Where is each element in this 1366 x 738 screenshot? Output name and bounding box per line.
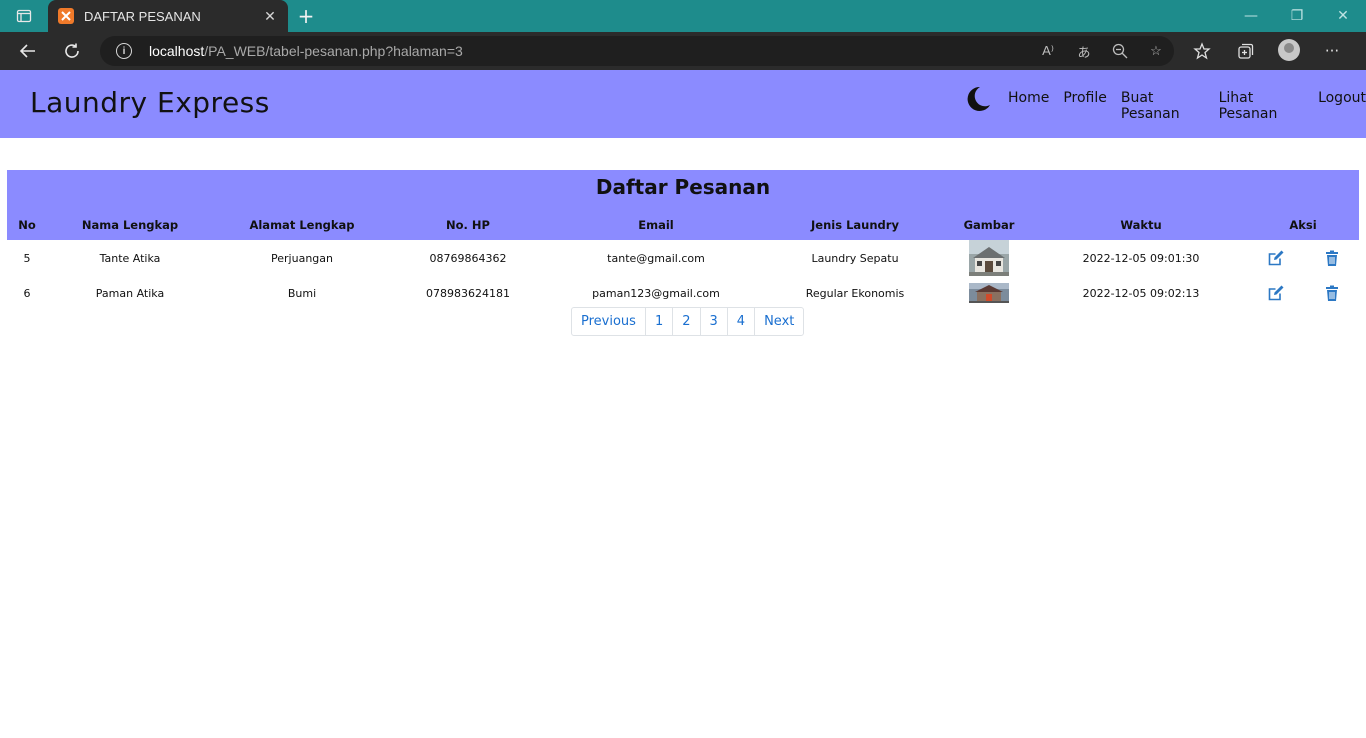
minimize-icon[interactable]: — <box>1228 0 1274 32</box>
cell-hp: 08769864362 <box>429 251 507 265</box>
cell-no: 5 <box>23 251 31 265</box>
pagination-page-1[interactable]: 1 <box>646 308 674 335</box>
browser-right-icons: ··· <box>1190 39 1344 63</box>
col-email: Email <box>638 218 674 232</box>
cell-jenis: Regular Ekonomis <box>805 286 905 300</box>
cell-email: paman123@gmail.com <box>592 286 720 300</box>
cell-no: 6 <box>23 286 31 300</box>
add-favorite-icon[interactable]: ☆ <box>1146 41 1166 61</box>
house-photo-thumbnail[interactable] <box>969 283 1009 303</box>
url-path: /PA_WEB/tabel-pesanan.php?halaman=3 <box>204 43 463 59</box>
restore-icon[interactable]: ❐ <box>1274 0 1320 32</box>
favorites-icon[interactable] <box>1190 39 1214 63</box>
col-no: No <box>18 218 36 232</box>
more-options-icon[interactable]: ··· <box>1320 39 1344 63</box>
read-aloud-icon[interactable]: A⁾ <box>1038 41 1058 61</box>
browser-toolbar: i localhost/PA_WEB/tabel-pesanan.php?hal… <box>0 32 1366 70</box>
zoom-out-icon[interactable] <box>1110 41 1130 61</box>
orders-table: 5 Tante Atika Perjuangan 08769864362 tan… <box>7 240 1359 310</box>
browser-tab[interactable]: DAFTAR PESANAN ✕ <box>48 0 288 32</box>
cell-gambar <box>943 240 1035 276</box>
cell-nama: Paman Atika <box>95 286 165 300</box>
back-arrow-icon[interactable] <box>16 39 40 63</box>
cell-gambar <box>943 276 1035 310</box>
xampp-favicon-icon <box>58 8 74 24</box>
tab-actions-icon[interactable] <box>8 6 40 26</box>
tab-close-icon[interactable]: ✕ <box>262 8 278 25</box>
translate-icon[interactable]: あ <box>1074 41 1094 61</box>
col-aksi: Aksi <box>1289 218 1317 232</box>
cell-nama: Tante Atika <box>99 251 161 265</box>
delete-trash-icon[interactable] <box>1323 284 1341 302</box>
edit-icon[interactable] <box>1267 284 1285 302</box>
browser-tab-bar: DAFTAR PESANAN ✕ + — ❐ ✕ <box>0 0 1366 32</box>
nav-lihat-pesanan[interactable]: Lihat Pesanan <box>1219 90 1305 122</box>
cell-waktu: 2022-12-05 09:01:30 <box>1082 251 1200 265</box>
pagination-previous[interactable]: Previous <box>572 308 646 335</box>
main-nav: Home Profile Buat Pesanan Lihat Pesanan … <box>1008 90 1366 122</box>
refresh-icon[interactable] <box>60 39 84 63</box>
cell-waktu: 2022-12-05 09:02:13 <box>1082 286 1200 300</box>
table-header-band: Daftar Pesanan No Nama Lengkap Alamat Le… <box>7 170 1359 240</box>
col-jenis-laundry: Jenis Laundry <box>811 218 899 232</box>
nav-profile[interactable]: Profile <box>1063 90 1107 122</box>
cell-jenis: Laundry Sepatu <box>811 251 899 265</box>
pagination-page-4[interactable]: 4 <box>728 308 756 335</box>
cell-alamat: Perjuangan <box>271 251 333 265</box>
nav-home[interactable]: Home <box>1008 90 1049 122</box>
cell-aksi <box>1247 240 1359 276</box>
site-brand[interactable]: Laundry Express <box>30 86 270 119</box>
address-bar-icons: A⁾ あ ☆ <box>1038 41 1166 61</box>
col-gambar: Gambar <box>963 218 1015 232</box>
window-controls: — ❐ ✕ <box>1228 0 1366 32</box>
cell-hp: 078983624181 <box>426 286 510 300</box>
site-header: Laundry Express Home Profile Buat Pesana… <box>0 70 1366 138</box>
address-bar[interactable]: i localhost/PA_WEB/tabel-pesanan.php?hal… <box>100 36 1174 66</box>
pagination-page-2[interactable]: 2 <box>673 308 701 335</box>
cell-alamat: Bumi <box>287 286 317 300</box>
window-close-icon[interactable]: ✕ <box>1320 0 1366 32</box>
pagination-page-3[interactable]: 3 <box>701 308 728 335</box>
orders-panel: Daftar Pesanan No Nama Lengkap Alamat Le… <box>7 170 1359 310</box>
pagination-next[interactable]: Next <box>755 308 803 335</box>
profile-avatar[interactable] <box>1278 39 1300 61</box>
table-row: 5 Tante Atika Perjuangan 08769864362 tan… <box>7 240 1359 276</box>
cell-aksi <box>1247 276 1359 310</box>
delete-trash-icon[interactable] <box>1323 249 1341 267</box>
collections-icon[interactable] <box>1234 39 1258 63</box>
col-nama-lengkap: Nama Lengkap <box>81 218 179 232</box>
table-title: Daftar Pesanan <box>595 175 771 199</box>
col-waktu: Waktu <box>1120 218 1162 232</box>
house-photo-thumbnail[interactable] <box>969 240 1009 276</box>
edit-icon[interactable] <box>1267 249 1285 267</box>
cell-email: tante@gmail.com <box>607 251 705 265</box>
table-head: No Nama Lengkap Alamat Lengkap No. HP Em… <box>7 210 1359 240</box>
col-alamat-lengkap: Alamat Lengkap <box>249 218 355 232</box>
nav-buat-pesanan[interactable]: Buat Pesanan <box>1121 90 1205 122</box>
site-info-icon[interactable]: i <box>116 43 132 59</box>
new-tab-icon[interactable]: + <box>294 4 318 28</box>
pagination: Previous 1 2 3 4 Next <box>571 307 805 336</box>
col-no-hp: No. HP <box>446 218 490 232</box>
nav-logout[interactable]: Logout <box>1318 90 1366 122</box>
table-row: 6 Paman Atika Bumi 078983624181 paman123… <box>7 276 1359 310</box>
dark-mode-moon-icon[interactable] <box>962 84 992 114</box>
tab-title: DAFTAR PESANAN <box>84 8 201 24</box>
url-host: localhost <box>149 43 205 59</box>
